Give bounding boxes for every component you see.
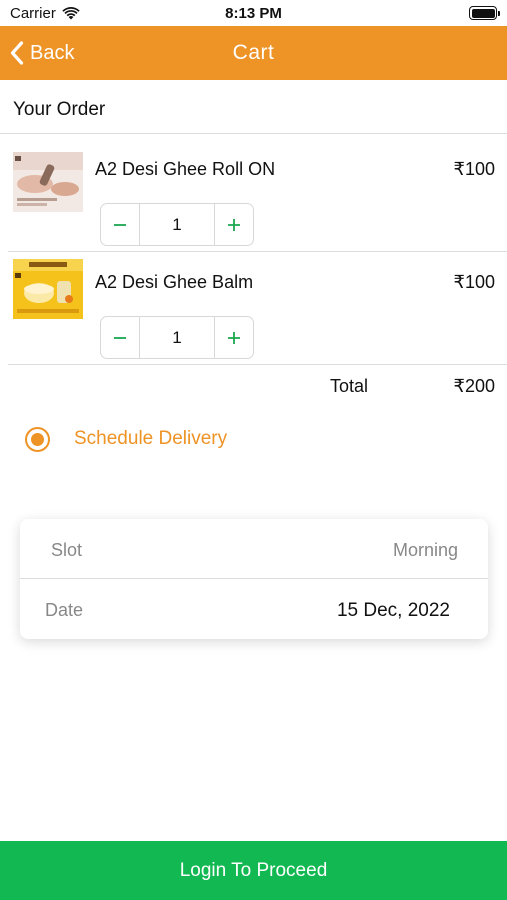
item-name: A2 Desi Ghee Roll ON: [95, 159, 276, 179]
quantity-value: 1: [139, 204, 215, 245]
decrease-quantity-button[interactable]: [101, 204, 139, 245]
page-title: Cart: [232, 41, 275, 64]
product-balm-image: [13, 259, 83, 319]
item-price: ₹100: [453, 159, 495, 179]
schedule-delivery-label: Schedule Delivery: [74, 428, 228, 449]
cart-item: A2 Desi Ghee Balm ₹100 1: [0, 253, 507, 365]
chevron-left-icon: [10, 41, 24, 65]
date-value: 15 Dec, 2022: [336, 600, 450, 621]
plus-icon: [228, 331, 240, 344]
decrease-quantity-button[interactable]: [101, 317, 139, 358]
back-label: Back: [30, 41, 75, 64]
minus-icon: [114, 223, 126, 226]
date-label: Date: [45, 600, 84, 620]
item-price: ₹100: [453, 272, 495, 292]
date-row[interactable]: Date 15 Dec, 2022: [20, 579, 488, 639]
slot-value: Morning: [392, 540, 458, 560]
login-to-proceed-button[interactable]: Login To Proceed: [0, 841, 507, 900]
delivery-slot-card: Slot Morning Date 15 Dec, 2022: [20, 519, 488, 639]
slot-label: Slot: [51, 540, 83, 560]
status-bar: Carrier 8:13 PM: [0, 0, 507, 26]
schedule-delivery-radio[interactable]: Schedule Delivery: [25, 424, 227, 454]
plus-icon: [228, 218, 240, 231]
increase-quantity-button[interactable]: [215, 317, 253, 358]
status-time: 8:13 PM: [225, 5, 282, 22]
order-section-header: Your Order: [0, 80, 507, 134]
quantity-stepper: 1: [100, 316, 254, 359]
slot-row[interactable]: Slot Morning: [20, 519, 488, 579]
minus-icon: [114, 336, 126, 339]
navigation-bar: Back Cart: [0, 26, 507, 80]
item-divider: [8, 364, 507, 365]
cart-item: A2 Desi Ghee Roll ON ₹100 1: [0, 140, 507, 252]
quantity-value: 1: [139, 317, 215, 358]
product-roll-on-image: [13, 152, 83, 212]
increase-quantity-button[interactable]: [215, 204, 253, 245]
radio-selected-icon: [25, 426, 50, 452]
total-label: Total: [330, 376, 369, 396]
total-value: ₹200: [453, 376, 495, 396]
item-name: A2 Desi Ghee Balm: [95, 272, 254, 292]
quantity-stepper: 1: [100, 203, 254, 246]
item-divider: [8, 251, 507, 252]
section-title: Your Order: [13, 99, 106, 120]
battery-icon: [469, 6, 500, 20]
back-button[interactable]: Back: [10, 26, 74, 80]
